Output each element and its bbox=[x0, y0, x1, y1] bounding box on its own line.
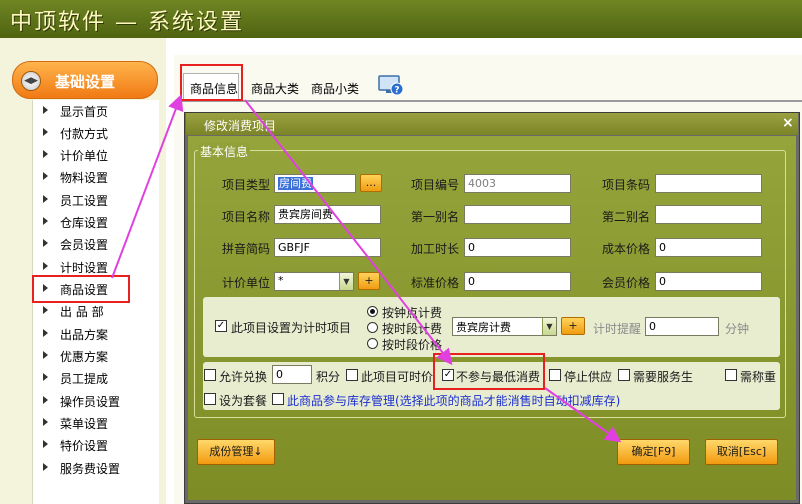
arrow-sidebar-to-tab bbox=[111, 94, 184, 279]
annotation-arrows bbox=[111, 94, 622, 443]
arrow-option-to-ok bbox=[544, 387, 622, 443]
arrow-tab-to-option bbox=[244, 99, 453, 366]
